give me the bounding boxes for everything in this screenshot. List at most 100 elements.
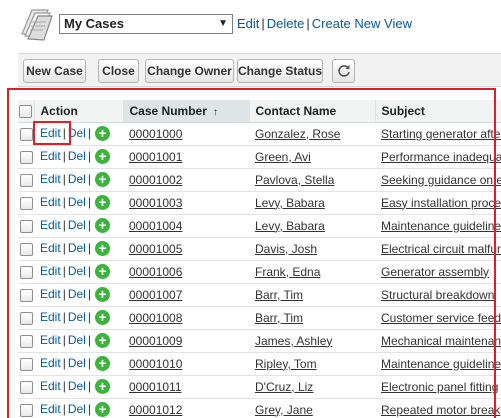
row-checkbox[interactable] [19,265,33,279]
delete-row-link[interactable]: Del [68,241,86,255]
row-checkbox[interactable] [19,219,33,233]
subject-link[interactable]: Seeking guidance on electrical wiring in… [381,173,501,187]
refresh-button[interactable] [332,59,355,83]
delete-view-link[interactable]: Delete [267,16,305,31]
add-plus-icon[interactable]: + [94,333,110,349]
subject-link[interactable]: Mechanical maintenance [381,334,501,348]
case-number-link[interactable]: 00001003 [129,196,182,210]
row-checkbox[interactable] [19,357,33,371]
view-select[interactable]: My Cases ▼ [59,14,233,34]
add-plus-icon[interactable]: + [94,241,110,257]
close-button[interactable]: Close [98,59,139,83]
delete-row-link[interactable]: Del [68,264,86,278]
subject-link[interactable]: Easy installation process [381,196,501,210]
row-checkbox[interactable] [19,196,33,210]
case-number-link[interactable]: 00001002 [129,173,182,187]
subject-link[interactable]: Customer service feedback [381,311,501,325]
case-number-link[interactable]: 00001010 [129,357,182,371]
subject-link[interactable]: Maintenance guidelines [381,357,501,371]
row-checkbox[interactable] [19,173,33,187]
row-checkbox[interactable] [19,311,33,325]
contact-name-link[interactable]: Levy, Babara [255,219,325,233]
subject-link[interactable]: Electronic panel fitting [381,380,498,394]
delete-row-link[interactable]: Del [68,172,86,186]
edit-row-link[interactable]: Edit [40,264,61,278]
subject-column-header[interactable]: Subject [375,100,501,123]
contact-name-link[interactable]: D'Cruz, Liz [255,380,313,394]
change-status-button[interactable]: Change Status [237,59,323,83]
subject-link[interactable]: Maintenance guidelines for generator unc… [381,219,501,233]
add-plus-icon[interactable]: + [94,218,110,234]
edit-row-link[interactable]: Edit [40,195,61,209]
add-plus-icon[interactable]: + [94,379,110,395]
contact-name-link[interactable]: Levy, Babara [255,196,325,210]
edit-row-link[interactable]: Edit [40,333,61,347]
add-plus-icon[interactable]: + [94,356,110,372]
edit-row-link[interactable]: Edit [40,218,61,232]
edit-row-link[interactable]: Edit [40,149,61,163]
add-plus-icon[interactable]: + [94,149,110,165]
subject-link[interactable]: Performance inadequate for second consec… [381,150,501,164]
subject-link[interactable]: Generator assembly [381,265,489,279]
case-number-link[interactable]: 00001009 [129,334,182,348]
edit-row-link[interactable]: Edit [40,172,61,186]
contact-name-column-header[interactable]: Contact Name [249,100,376,123]
case-number-link[interactable]: 00001004 [129,219,182,233]
new-case-button[interactable]: New Case [23,59,86,83]
add-plus-icon[interactable]: + [94,402,110,418]
delete-row-link[interactable]: Del [68,287,86,301]
edit-row-link[interactable]: Edit [40,241,61,255]
subject-link[interactable]: Structural breakdown [381,288,494,302]
contact-name-link[interactable]: Pavlova, Stella [255,173,334,187]
contact-name-link[interactable]: Frank, Edna [255,265,320,279]
row-checkbox[interactable] [19,288,33,302]
case-number-link[interactable]: 00001001 [129,150,182,164]
select-all-checkbox[interactable] [19,104,33,118]
contact-name-link[interactable]: Green, Avi [255,150,311,164]
subject-link[interactable]: Repeated motor break [381,403,500,417]
row-checkbox[interactable] [19,380,33,394]
contact-name-link[interactable]: James, Ashley [255,334,332,348]
edit-row-link[interactable]: Edit [40,310,61,324]
delete-row-link[interactable]: Del [68,126,86,140]
row-checkbox[interactable] [19,403,33,417]
contact-name-link[interactable]: Ripley, Tom [255,357,317,371]
edit-row-link[interactable]: Edit [40,356,61,370]
add-plus-icon[interactable]: + [94,264,110,280]
change-owner-button[interactable]: Change Owner [145,59,234,83]
case-number-link[interactable]: 00001007 [129,288,182,302]
contact-name-link[interactable]: Grey, Jane [255,403,313,417]
add-plus-icon[interactable]: + [94,172,110,188]
case-number-link[interactable]: 00001011 [129,380,182,394]
delete-row-link[interactable]: Del [68,310,86,324]
case-number-column-header[interactable]: Case Number ↑ [123,100,250,123]
contact-name-link[interactable]: Gonzalez, Rose [255,127,340,141]
add-plus-icon[interactable]: + [94,287,110,303]
row-checkbox[interactable] [19,150,33,164]
create-new-view-link[interactable]: Create New View [312,16,412,31]
delete-row-link[interactable]: Del [68,218,86,232]
case-number-link[interactable]: 00001000 [129,127,182,141]
case-number-link[interactable]: 00001008 [129,311,182,325]
delete-row-link[interactable]: Del [68,402,86,416]
add-plus-icon[interactable]: + [94,126,110,142]
edit-view-link[interactable]: Edit [237,16,259,31]
delete-row-link[interactable]: Del [68,149,86,163]
delete-row-link[interactable]: Del [68,195,86,209]
subject-link[interactable]: Starting generator after electrical fail… [381,127,501,141]
subject-link[interactable]: Electrical circuit malfunctioning [381,242,501,256]
case-number-link[interactable]: 00001012 [129,403,182,417]
contact-name-link[interactable]: Barr, Tim [255,288,303,302]
add-plus-icon[interactable]: + [94,310,110,326]
edit-row-link[interactable]: Edit [40,126,61,140]
edit-row-link[interactable]: Edit [40,379,61,393]
row-checkbox[interactable] [19,127,33,141]
case-number-link[interactable]: 00001006 [129,265,182,279]
edit-row-link[interactable]: Edit [40,287,61,301]
case-number-link[interactable]: 00001005 [129,242,182,256]
edit-row-link[interactable]: Edit [40,402,61,416]
row-checkbox[interactable] [19,242,33,256]
add-plus-icon[interactable]: + [94,195,110,211]
delete-row-link[interactable]: Del [68,379,86,393]
contact-name-link[interactable]: Barr, Tim [255,311,303,325]
